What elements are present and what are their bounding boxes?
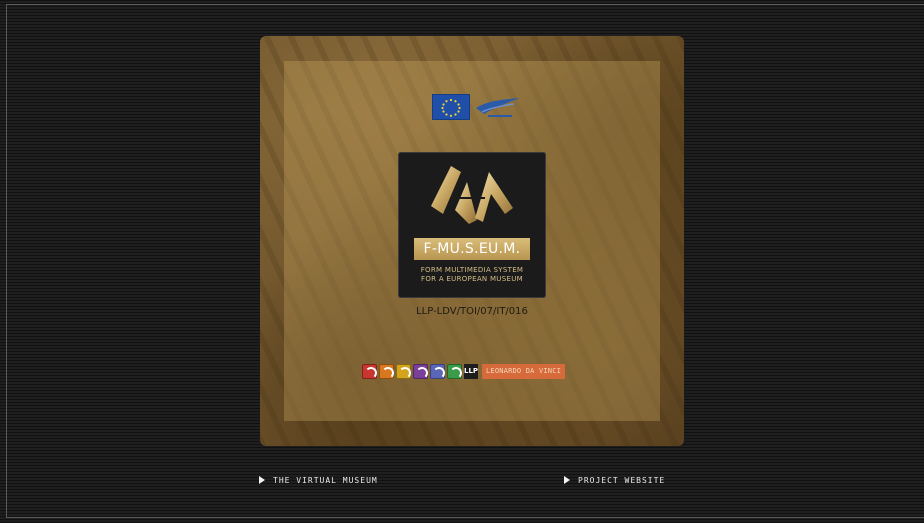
leonardo-da-vinci-label: LEONARDO DA VINCI [482,363,566,379]
virtual-museum-link[interactable]: THE VIRTUAL MUSEUM [259,474,378,486]
logo-subtitle-line1: FORM MULTIMEDIA SYSTEM [420,266,524,274]
logo-subtitle: FORM MULTIMEDIA SYSTEM FOR A EUROPEAN MU… [402,266,542,284]
project-website-label: PROJECT WEBSITE [578,475,666,485]
play-arrow-icon [564,476,570,484]
llp-programme-icon [447,363,462,379]
virtual-museum-label: THE VIRTUAL MUSEUM [273,475,378,485]
project-code: LLP-LDV/TOI/07/IT/016 [416,306,528,317]
fmuseum-logo: F-MU.S.EU.M. FORM MULTIMEDIA SYSTEM FOR … [398,152,546,298]
llp-programme-icon [396,363,411,379]
eu-flag-icon [432,94,470,120]
llp-programme-icon [430,363,445,379]
play-arrow-icon [259,476,265,484]
project-website-link[interactable]: PROJECT WEBSITE [564,474,665,486]
llp-tag: LLP [464,363,478,379]
logo-title: F-MU.S.EU.M. [414,238,530,260]
llp-programme-icon [379,363,394,379]
llp-programme-bar: LLP LEONARDO DA VINCI [362,362,566,380]
fmuseum-emblem-icon [431,166,513,224]
llp-programme-icon [362,363,377,379]
splash-stage: F-MU.S.EU.M. FORM MULTIMEDIA SYSTEM FOR … [260,36,684,446]
llp-programme-icon [413,363,428,379]
education-culture-logo-icon [474,94,522,120]
logo-subtitle-line2: FOR A EUROPEAN MUSEUM [421,275,523,283]
